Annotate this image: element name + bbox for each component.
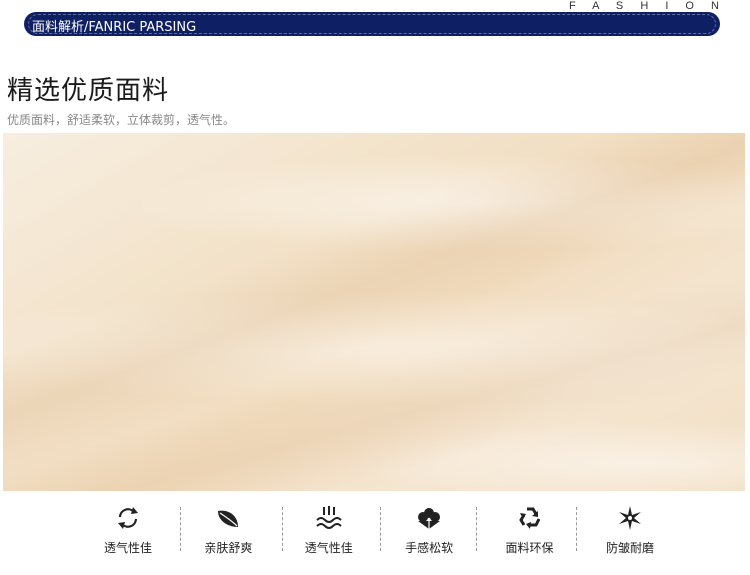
feature-label: 透气性佳 bbox=[103, 541, 152, 555]
feature-label: 防皱耐磨 bbox=[605, 541, 654, 555]
feature-item-skin-friendly: 亲肤舒爽 bbox=[178, 505, 278, 561]
cotton-flower-icon bbox=[418, 508, 441, 529]
feature-item-breathable-2: 透气性佳 bbox=[279, 505, 379, 561]
recycle-arrows-icon bbox=[118, 507, 138, 529]
feature-label: 面料环保 bbox=[505, 541, 554, 555]
fabric-photo bbox=[3, 133, 745, 491]
feature-label: 亲肤舒爽 bbox=[204, 541, 253, 555]
fashion-label: F A S H I O N bbox=[568, 0, 726, 12]
leaf-icon bbox=[218, 510, 239, 527]
star-icon bbox=[618, 506, 641, 530]
feature-label: 透气性佳 bbox=[304, 541, 353, 555]
feature-label: 手感松软 bbox=[405, 541, 454, 555]
wave-breathable-icon bbox=[316, 506, 342, 529]
page-title: 精选优质面料 bbox=[7, 76, 170, 106]
section-banner: 面料解析/FANRIC PARSING bbox=[24, 12, 720, 36]
page-subtitle: 优质面料，舒适柔软，立体裁剪，透气性。 bbox=[7, 113, 236, 127]
feature-item-soft-touch: 手感松软 bbox=[379, 505, 479, 561]
feature-item-wrinkle-resistant: 防皱耐磨 bbox=[580, 505, 680, 561]
feature-item-eco-fabric: 面料环保 bbox=[480, 505, 580, 561]
feature-list: 透气性佳 亲肤舒爽 透气性佳 手感松软 面料环保 防皱耐磨 bbox=[78, 505, 680, 561]
feature-item-breathable: 透气性佳 bbox=[78, 505, 178, 561]
banner-title: 面料解析/FANRIC PARSING bbox=[32, 20, 197, 35]
recycle-triangle-icon bbox=[518, 507, 540, 529]
